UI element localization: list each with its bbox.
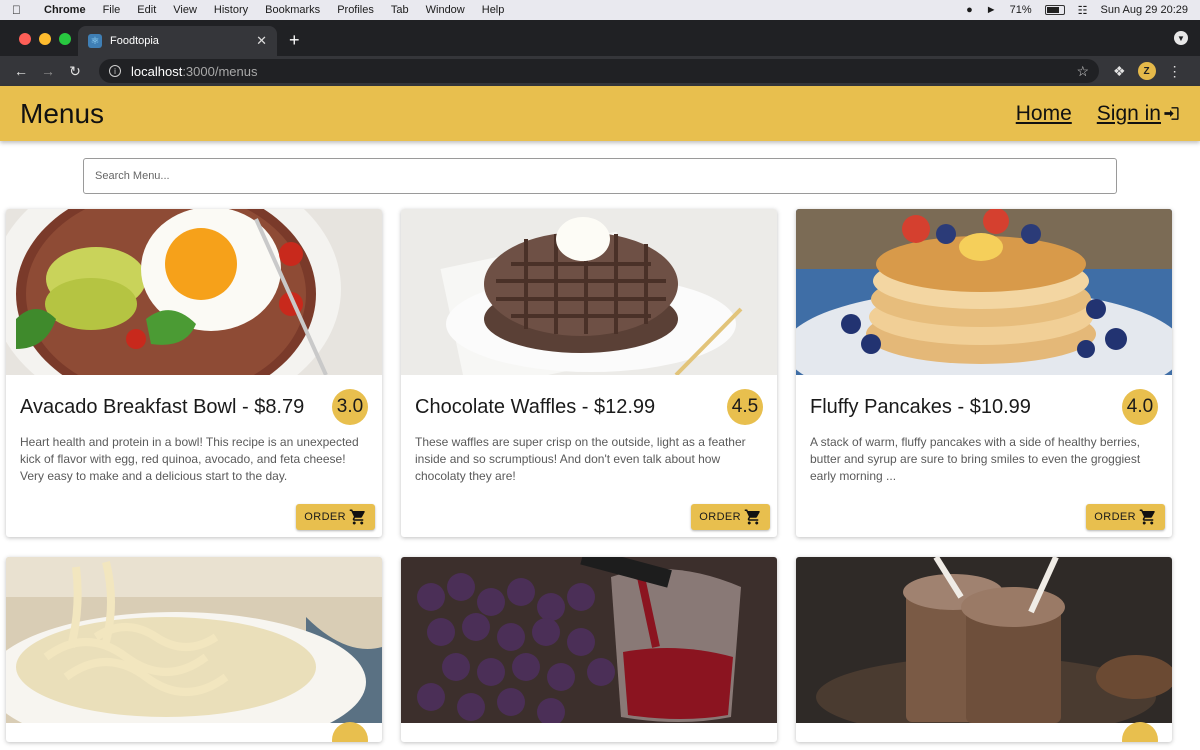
window-controls bbox=[19, 33, 71, 45]
nav-signin-link[interactable]: Sign in bbox=[1097, 102, 1180, 126]
browser-tab-strip: ⚛ Foodtopia ✕ + ▼ bbox=[0, 20, 1200, 56]
url-host: localhost bbox=[131, 63, 183, 79]
play-icon[interactable]: ► bbox=[986, 4, 997, 16]
menu-card bbox=[6, 557, 382, 742]
menu-item-description: Heart health and protein in a bowl! This… bbox=[20, 435, 359, 483]
reload-icon[interactable]: ↻ bbox=[64, 63, 86, 80]
bookmark-star-icon[interactable]: ☆ bbox=[1076, 63, 1089, 80]
menu-card: Fluffy Pancakes - $10.99 4.0 A stack of … bbox=[796, 209, 1172, 537]
app-header: Menus Home Sign in bbox=[0, 86, 1200, 141]
macos-menu-bar:  Chrome File Edit View History Bookmark… bbox=[0, 0, 1200, 20]
order-button[interactable]: ORDER bbox=[296, 504, 375, 530]
menu-card-header: Fluffy Pancakes - $10.99 4.0 bbox=[796, 375, 1172, 425]
avocado-bowl-image bbox=[6, 209, 382, 375]
sign-in-icon bbox=[1164, 107, 1179, 120]
order-label: ORDER bbox=[304, 511, 346, 523]
rating-badge bbox=[1122, 722, 1158, 742]
chocolate-waffles-image bbox=[401, 209, 777, 375]
minimize-window-button[interactable] bbox=[39, 33, 51, 45]
menu-card-header: Chocolate Waffles - $12.99 4.5 bbox=[401, 375, 777, 425]
menu-item-name: Chocolate Waffles - $12.99 bbox=[415, 395, 656, 418]
menu-app-name[interactable]: Chrome bbox=[44, 4, 86, 16]
order-label: ORDER bbox=[1094, 511, 1136, 523]
menu-item-description: A stack of warm, fluffy pancakes with a … bbox=[810, 435, 1141, 483]
profile-avatar[interactable]: Z bbox=[1137, 62, 1156, 80]
tab-title: Foodtopia bbox=[110, 35, 159, 47]
battery-percent: 71% bbox=[1009, 4, 1032, 16]
site-info-icon[interactable]: i bbox=[109, 65, 121, 77]
nav-home-link[interactable]: Home bbox=[1016, 102, 1072, 126]
chrome-menu-icon[interactable]: ⋮ bbox=[1168, 63, 1182, 80]
extensions-puzzle-icon[interactable]: ❖ bbox=[1113, 63, 1126, 80]
react-icon: ⚛ bbox=[88, 34, 102, 48]
control-center-icon[interactable]: ☷ bbox=[1078, 4, 1088, 17]
header-nav: Home Sign in bbox=[1016, 102, 1180, 126]
menu-help[interactable]: Help bbox=[482, 4, 505, 16]
pasta-image bbox=[6, 557, 382, 723]
rating-badge: 4.0 bbox=[1122, 389, 1158, 425]
order-label: ORDER bbox=[699, 511, 741, 523]
chocolate-milkshake-image bbox=[796, 557, 1172, 723]
menu-history[interactable]: History bbox=[214, 4, 248, 16]
record-icon[interactable]: ● bbox=[966, 4, 973, 16]
browser-tab[interactable]: ⚛ Foodtopia ✕ bbox=[78, 26, 277, 56]
order-button[interactable]: ORDER bbox=[1086, 504, 1165, 530]
menu-bookmarks[interactable]: Bookmarks bbox=[265, 4, 320, 16]
clock[interactable]: Sun Aug 29 20:29 bbox=[1101, 4, 1188, 16]
fluffy-pancakes-image bbox=[796, 209, 1172, 375]
forward-icon[interactable]: → bbox=[37, 63, 59, 79]
menu-card bbox=[401, 557, 777, 742]
apple-icon[interactable]:  bbox=[12, 3, 26, 17]
menu-window[interactable]: Window bbox=[426, 4, 465, 16]
cart-icon bbox=[744, 509, 760, 525]
menu-card bbox=[796, 557, 1172, 742]
battery-icon[interactable] bbox=[1044, 5, 1065, 15]
close-window-button[interactable] bbox=[19, 33, 31, 45]
new-tab-icon[interactable]: + bbox=[289, 30, 300, 51]
cart-icon bbox=[1139, 509, 1155, 525]
menu-tab[interactable]: Tab bbox=[391, 4, 409, 16]
menu-grid: Avacado Breakfast Bowl - $8.79 3.0 Heart… bbox=[0, 194, 1200, 742]
menu-card-header: Avacado Breakfast Bowl - $8.79 3.0 bbox=[6, 375, 382, 425]
menu-card: Avacado Breakfast Bowl - $8.79 3.0 Heart… bbox=[6, 209, 382, 537]
maximize-window-button[interactable] bbox=[59, 33, 71, 45]
url-path: :3000/menus bbox=[182, 63, 258, 79]
browser-toolbar: ← → ↻ i localhost:3000/menus ☆ ❖ Z ⋮ bbox=[0, 56, 1200, 86]
menu-item-name: Avacado Breakfast Bowl - $8.79 bbox=[20, 395, 305, 418]
menu-view[interactable]: View bbox=[173, 4, 197, 16]
tab-search-icon[interactable]: ▼ bbox=[1174, 31, 1188, 45]
search-menu-input[interactable] bbox=[83, 158, 1117, 194]
close-tab-icon[interactable]: ✕ bbox=[256, 33, 267, 49]
menu-item-description: These waffles are super crisp on the out… bbox=[415, 435, 746, 483]
rating-badge: 4.5 bbox=[727, 389, 763, 425]
menu-item-name: Fluffy Pancakes - $10.99 bbox=[810, 395, 1031, 418]
address-bar[interactable]: i localhost:3000/menus ☆ bbox=[99, 59, 1099, 83]
menu-file[interactable]: File bbox=[103, 4, 121, 16]
menu-profiles[interactable]: Profiles bbox=[337, 4, 374, 16]
rating-badge bbox=[332, 722, 368, 742]
back-icon[interactable]: ← bbox=[10, 63, 32, 79]
status-area: ● ► 71% ☷ Sun Aug 29 20:29 bbox=[966, 4, 1188, 17]
red-wine-image bbox=[401, 557, 777, 723]
order-button[interactable]: ORDER bbox=[691, 504, 770, 530]
cart-icon bbox=[349, 509, 365, 525]
nav-signin-label: Sign in bbox=[1096, 101, 1161, 125]
menu-card: Chocolate Waffles - $12.99 4.5 These waf… bbox=[401, 209, 777, 537]
page-title: Menus bbox=[20, 97, 105, 129]
rating-badge: 3.0 bbox=[332, 389, 368, 425]
menu-edit[interactable]: Edit bbox=[137, 4, 156, 16]
